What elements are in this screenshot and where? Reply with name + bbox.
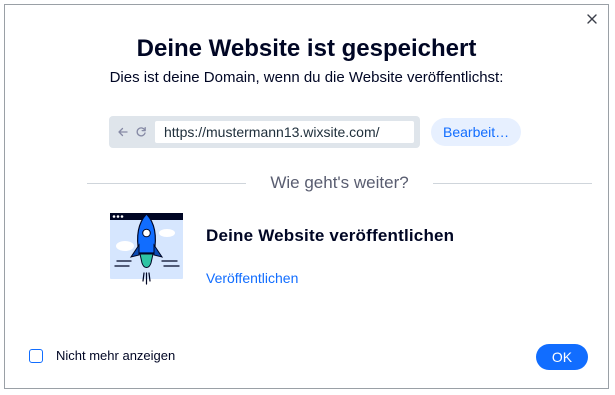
rocket-launch-icon <box>110 213 183 285</box>
dont-show-again-option[interactable]: Nicht mehr anzeigen <box>29 348 175 363</box>
arrow-left-icon <box>118 127 128 137</box>
publish-site-title: Deine Website veröffentlichen <box>206 226 455 245</box>
publish-info-dialog: Deine Website ist gespeichert Dies ist d… <box>4 4 609 389</box>
close-icon[interactable] <box>584 11 600 27</box>
browser-bar-preview: https://mustermann13.wixsite.com/ <box>109 116 420 148</box>
dialog-subtitle: Dies ist deine Domain, wenn du die Websi… <box>109 69 504 86</box>
dialog-title: Deine Website ist gespeichert <box>136 35 477 62</box>
next-steps-divider: Wie geht's weiter? <box>87 173 593 193</box>
dont-show-again-checkbox[interactable] <box>29 348 43 363</box>
domain-url-field: https://mustermann13.wixsite.com/ <box>155 121 414 143</box>
publish-link[interactable]: Veröffentlichen <box>206 270 298 286</box>
next-steps-heading: Wie geht's weiter? <box>270 173 409 192</box>
reload-icon <box>136 126 146 137</box>
ok-button[interactable]: OK <box>536 344 588 370</box>
dont-show-again-label: Nicht mehr anzeigen <box>56 348 176 363</box>
divider-line-right <box>432 182 593 184</box>
edit-domain-button[interactable]: Bearbeit… <box>431 118 522 146</box>
domain-row: https://mustermann13.wixsite.com/ Bearbe… <box>109 116 522 148</box>
divider-line-left <box>87 182 247 184</box>
